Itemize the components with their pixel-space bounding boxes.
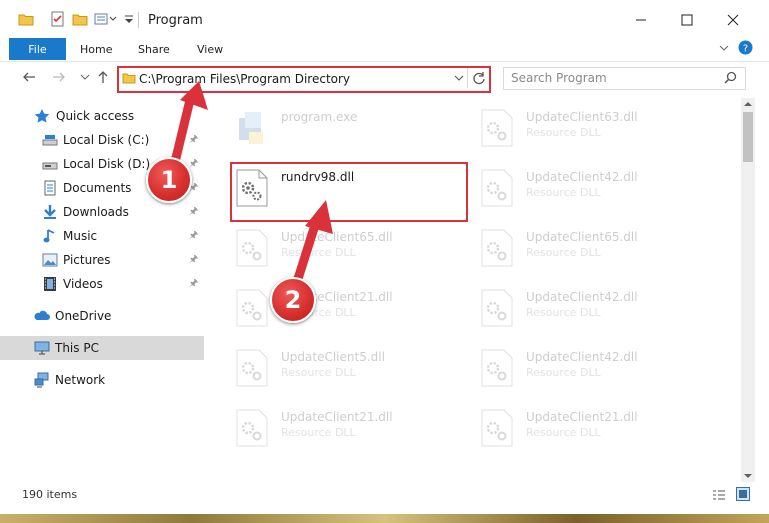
- step-2-badge: 2: [270, 277, 316, 323]
- step-1-badge: 1: [146, 157, 192, 203]
- annotation-arrows: [170, 81, 333, 287]
